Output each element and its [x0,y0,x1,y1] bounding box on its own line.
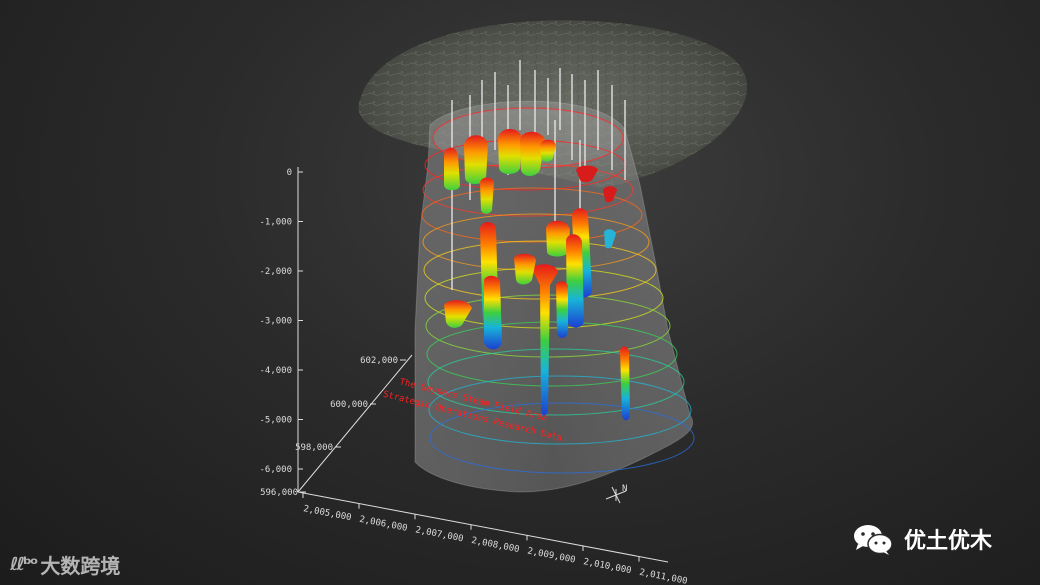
y-axis-tick-label: 602,000 [360,356,398,366]
y-axis-tick-label: 600,000 [330,400,368,410]
y-axis-tick-label: 596,000 [260,488,298,498]
z-axis-tick-label: -6,000 [259,465,292,475]
z-axis-tick-label: -5,000 [259,416,292,426]
wechat-icon [854,525,893,555]
north-arrow: N [605,484,627,504]
reservoir-3d-view: The Geysers Steam Field Area Strategic O… [259,20,748,585]
x-axis-tick-label: 2,011,000 [638,568,688,585]
x-axis-tick-label: 2,008,000 [470,536,520,555]
z-axis-tick-label: -4,000 [259,366,292,376]
y-axis: 602,000 600,000 598,000 596,000 [260,354,413,498]
north-label: N [622,484,627,494]
z-axis-tick-label: -3,000 [259,317,292,327]
x-axis-tick-label: 2,006,000 [358,515,408,534]
y-axis-tick-label: 598,000 [295,443,333,453]
brand-text-right: 优土优木 [904,529,993,554]
x-axis-tick-label: 2,007,000 [414,525,464,544]
watermark-left: ℓℓᵇᵒ 大数跨境 [10,550,120,579]
brand-text-left: 大数跨境 [40,554,121,578]
z-axis-tick-label: -2,000 [259,267,292,277]
x-axis-tick-label: 2,010,000 [582,557,632,576]
x-axis-tick-label: 2,005,000 [302,504,352,523]
x-axis-tick-label: 2,009,000 [526,547,576,566]
z-axis-tick-label: 0 [287,168,292,178]
watermark-right: 优土优木 [852,522,992,556]
visualization-stage: The Geysers Steam Field Area Strategic O… [0,0,1040,585]
x-axis: 2,005,000 2,006,000 2,007,000 2,008,000 2,00… [297,491,688,585]
brand-logo: ℓℓᵇᵒ [10,554,38,575]
z-axis-tick-label: -1,000 [259,218,292,228]
